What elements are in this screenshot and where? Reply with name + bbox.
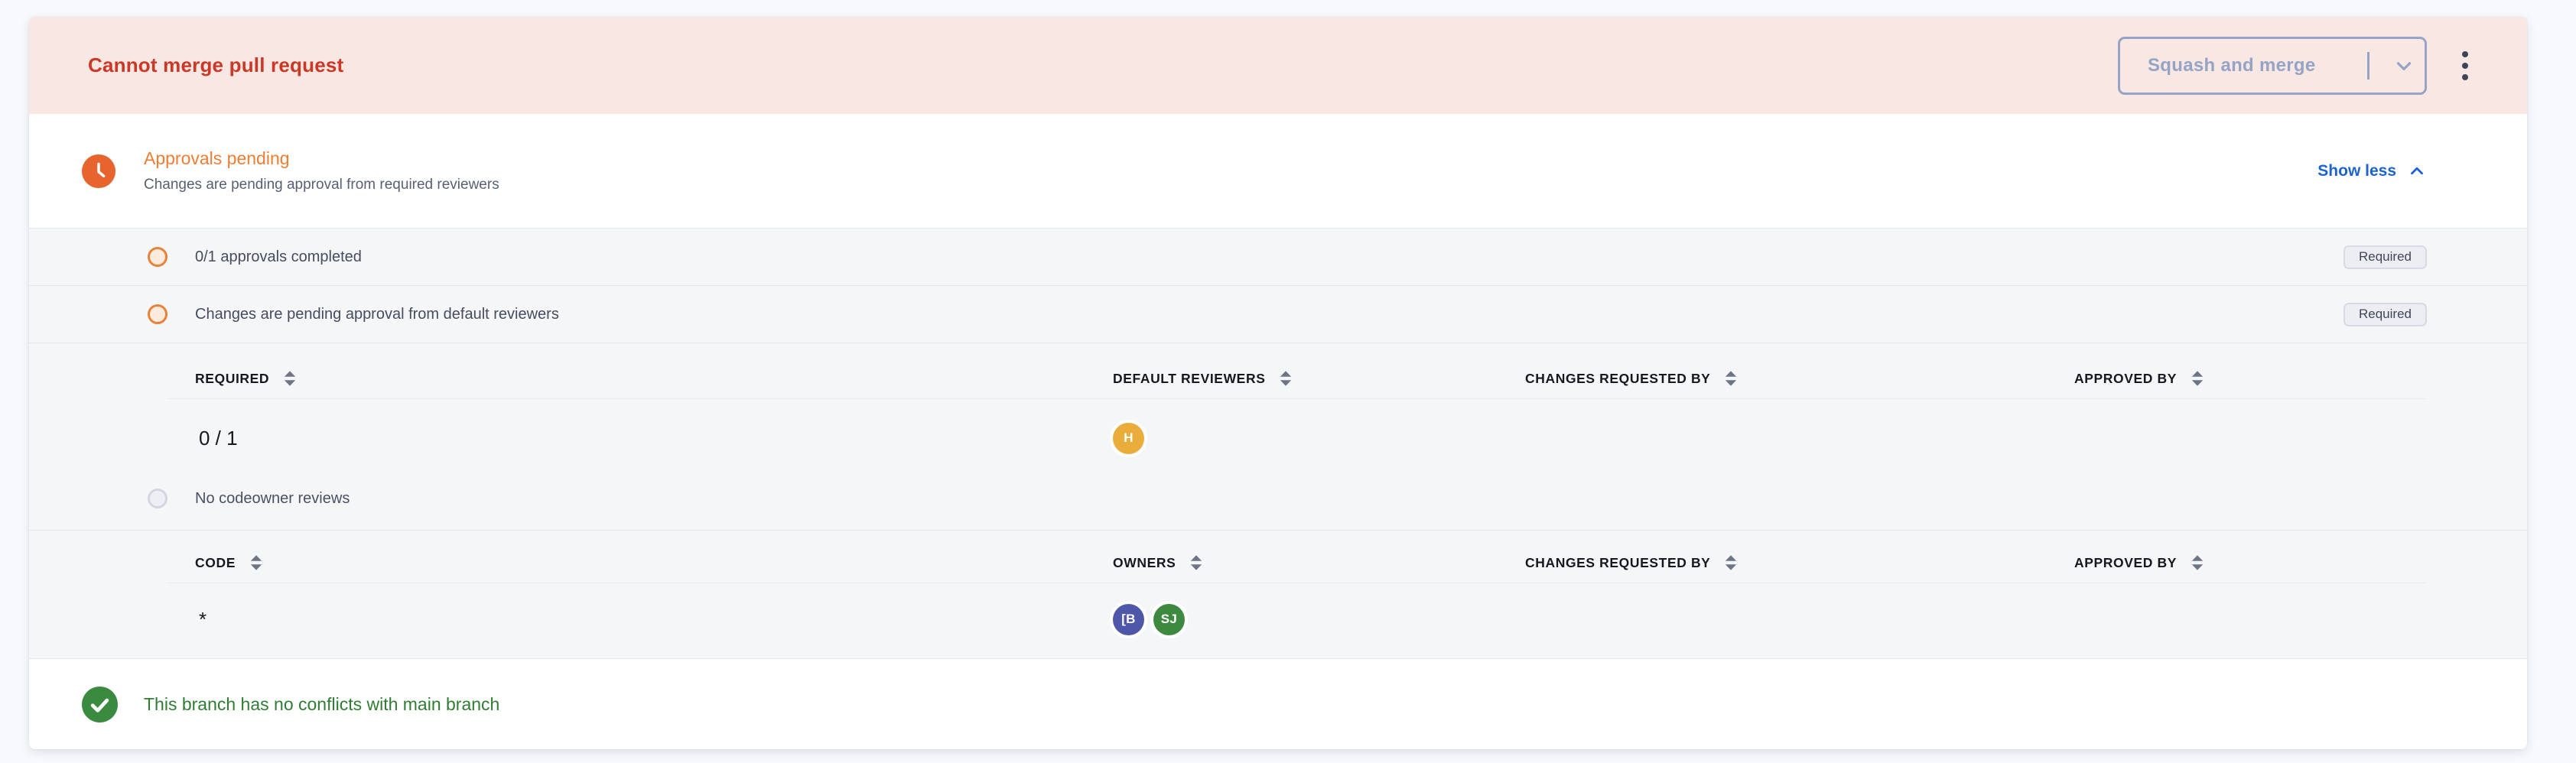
code-pattern-cell: * <box>195 608 1113 632</box>
status-title: Approvals pending <box>144 148 499 169</box>
pending-circle-icon <box>148 247 168 267</box>
sort-icon <box>2190 554 2205 571</box>
column-header-code[interactable]: CODE <box>195 554 1113 571</box>
more-options-button[interactable] <box>2447 37 2483 95</box>
sort-icon <box>2190 370 2205 387</box>
table-row: * [B SJ <box>29 591 2527 648</box>
check-label: 0/1 approvals completed <box>195 248 362 266</box>
chevron-down-icon <box>2392 54 2415 77</box>
column-header-owners[interactable]: OWNERS <box>1113 554 1525 571</box>
check-row-approvals: 0/1 approvals completed Required <box>29 229 2527 285</box>
squash-and-merge-button[interactable]: Squash and merge <box>2118 37 2427 95</box>
conflicts-section: This branch has no conflicts with main b… <box>29 659 2527 749</box>
neutral-circle-icon <box>148 489 168 508</box>
show-less-toggle[interactable]: Show less <box>2317 161 2427 181</box>
sort-icon <box>1723 554 1738 571</box>
show-less-label: Show less <box>2317 162 2396 180</box>
sort-icon <box>249 554 264 571</box>
chevron-up-icon <box>2407 161 2427 181</box>
avatar[interactable]: SJ <box>1153 604 1185 635</box>
default-reviewers-table: REQUIRED DEFAULT REVIEWERS CHANGES REQUE… <box>29 343 2527 530</box>
column-header-approved-by[interactable]: APPROVED BY <box>2074 554 2427 571</box>
table-header-row: REQUIRED DEFAULT REVIEWERS CHANGES REQUE… <box>29 359 2527 398</box>
required-badge: Required <box>2343 303 2427 326</box>
approvals-pending-section: Approvals pending Changes are pending ap… <box>29 114 2527 228</box>
owners-cell: [B SJ <box>1113 604 1525 635</box>
table-row: 0 / 1 H <box>29 410 2527 466</box>
column-header-required[interactable]: REQUIRED <box>195 370 1113 387</box>
check-label: Changes are pending approval from defaul… <box>195 306 559 323</box>
column-header-approved-by[interactable]: APPROVED BY <box>2074 370 2427 387</box>
column-header-changes-requested[interactable]: CHANGES REQUESTED BY <box>1525 370 2074 387</box>
status-text: Approvals pending Changes are pending ap… <box>144 148 499 193</box>
table-header-row: CODE OWNERS CHANGES REQUESTED BY APPROVE… <box>29 543 2527 583</box>
header-actions: Squash and merge <box>2118 37 2483 95</box>
merge-button-label: Squash and merge <box>2148 55 2363 76</box>
sort-icon <box>1723 370 1738 387</box>
sort-icon <box>1189 554 1204 571</box>
check-label: No codeowner reviews <box>195 490 350 508</box>
check-row-default-reviewers: Changes are pending approval from defaul… <box>29 286 2527 343</box>
codeowners-table: CODE OWNERS CHANGES REQUESTED BY APPROVE… <box>29 531 2527 658</box>
merge-options-toggle[interactable] <box>2383 54 2425 77</box>
kebab-icon <box>2462 51 2468 57</box>
sort-icon <box>1278 370 1293 387</box>
check-row-codeowners: No codeowner reviews <box>29 480 2527 517</box>
column-header-default-reviewers[interactable]: DEFAULT REVIEWERS <box>1113 370 1525 387</box>
conflicts-label: This branch has no conflicts with main b… <box>144 694 499 715</box>
avatar[interactable]: [B <box>1113 604 1144 635</box>
required-count-cell: 0 / 1 <box>195 427 1113 450</box>
pending-circle-icon <box>148 304 168 324</box>
pending-clock-icon <box>82 154 115 188</box>
merge-checks-card: Cannot merge pull request Squash and mer… <box>29 17 2527 749</box>
default-reviewers-cell: H <box>1113 423 1525 454</box>
button-divider <box>2367 52 2369 80</box>
table-header-underline <box>167 398 2427 399</box>
page-title: Cannot merge pull request <box>88 54 343 77</box>
status-subtitle: Changes are pending approval from requir… <box>144 177 499 193</box>
avatar[interactable]: H <box>1113 423 1144 454</box>
merge-status-header: Cannot merge pull request Squash and mer… <box>29 17 2527 114</box>
success-check-icon <box>82 687 118 722</box>
sort-icon <box>282 370 298 387</box>
column-header-changes-requested[interactable]: CHANGES REQUESTED BY <box>1525 554 2074 571</box>
required-badge: Required <box>2343 245 2427 269</box>
